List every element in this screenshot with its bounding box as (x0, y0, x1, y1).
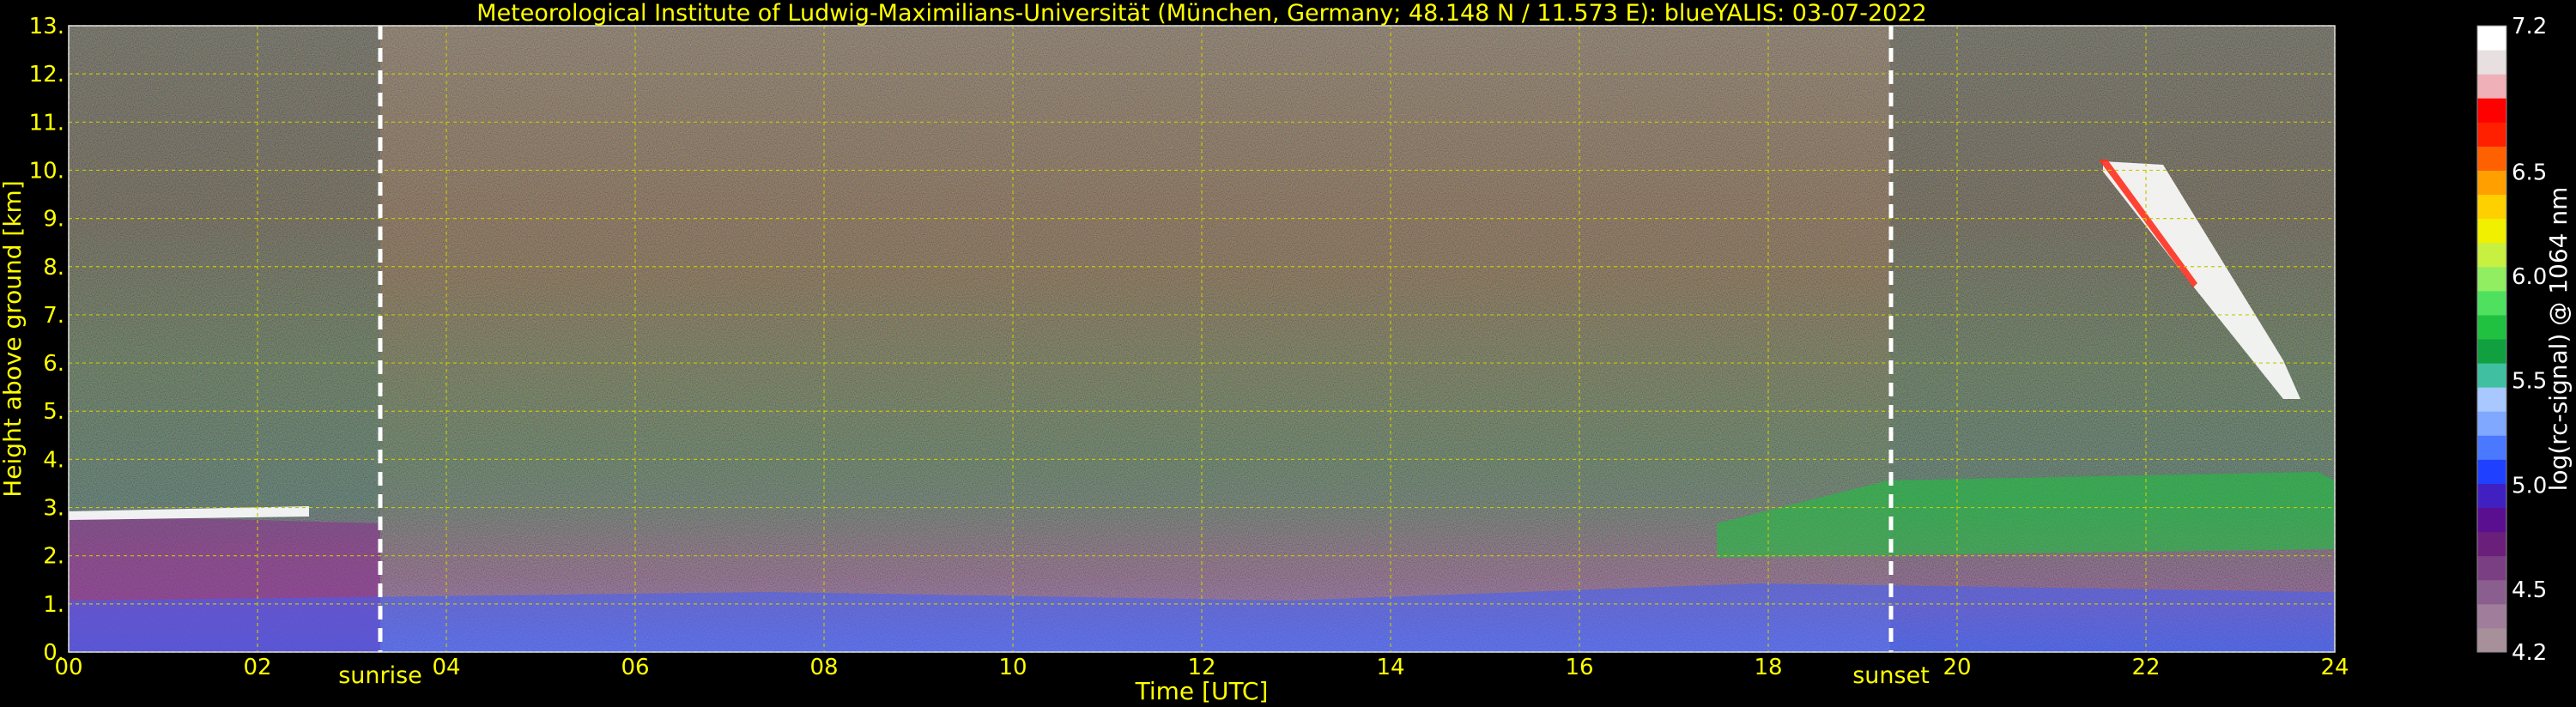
colorbar-segment (2477, 579, 2506, 605)
colorbar-segment (2477, 170, 2506, 196)
colorbar-segment (2477, 531, 2506, 557)
x-tick-label: 10 (998, 655, 1027, 680)
x-tick-label: 08 (809, 655, 838, 680)
x-tick-label: 04 (432, 655, 460, 680)
colorbar-segment (2477, 50, 2506, 75)
colorbar-segment (2477, 411, 2506, 436)
y-tick-label: 3. (43, 496, 64, 522)
y-tick-label: 1. (43, 592, 64, 618)
colorbar-segment (2477, 26, 2506, 51)
colorbar-label: log(rc-signal) @ 1064 nm (2544, 187, 2573, 492)
x-tick-label: 18 (1754, 655, 1782, 680)
colorbar-segment (2477, 266, 2506, 292)
marker-label: sunset (1852, 662, 1930, 689)
colorbar-segment (2477, 483, 2506, 509)
colorbar-tick-label: 6.5 (2512, 160, 2547, 185)
y-tick-label: 9. (43, 207, 64, 233)
chart-title: Meteorological Institute of Ludwig-Maxim… (476, 0, 1926, 27)
lidar-chart: sunrise sunset 00 02 04 06 08 10 12 14 16 18 20 22 24… (0, 0, 2573, 705)
x-tick-label: 16 (1565, 655, 1593, 680)
x-tick-label: 20 (1943, 655, 1971, 680)
colorbar-segment (2477, 627, 2506, 653)
y-tick-label: 0. (43, 640, 64, 666)
y-tick-label: 2. (43, 544, 64, 570)
colorbar-tick-label: 5.0 (2512, 473, 2547, 499)
y-tick-label: 4. (43, 447, 64, 473)
x-tick-label: 06 (621, 655, 649, 680)
y-tick-label: 8. (43, 255, 64, 281)
y-tick-label: 7. (43, 303, 64, 329)
colorbar-tick-label: 7.2 (2512, 14, 2547, 39)
colorbar-segment (2477, 314, 2506, 340)
y-tick-label: 12. (29, 62, 64, 88)
y-tick-label: 13. (29, 14, 64, 39)
plot-area (69, 26, 2335, 652)
x-tick-label: 02 (243, 655, 271, 680)
y-axis-label: Height above ground [km] (0, 180, 27, 498)
colorbar-segment (2477, 290, 2506, 316)
y-tick-label: 11. (29, 110, 64, 136)
colorbar-tick-label: 5.5 (2512, 369, 2547, 395)
colorbar-segment (2477, 555, 2506, 581)
colorbar-segment (2477, 363, 2506, 388)
colorbar-segment (2477, 242, 2506, 268)
colorbar-segment (2477, 218, 2506, 244)
marker-label: sunrise (338, 662, 422, 689)
colorbar-segment (2477, 98, 2506, 123)
colorbar-tick-label: 4.2 (2512, 640, 2547, 666)
x-tick-label: 22 (2131, 655, 2160, 680)
colorbar-segment (2477, 459, 2506, 484)
y-tick-label: 5. (43, 399, 64, 425)
colorbar-segment (2477, 339, 2506, 364)
colorbar-segment (2477, 507, 2506, 533)
colorbar-tick-label: 4.5 (2512, 577, 2547, 603)
colorbar-segment (2477, 146, 2506, 171)
colorbar-segment (2477, 387, 2506, 412)
y-tick-label: 10. (29, 158, 64, 184)
colorbar: 4.2 4.5 5.0 5.5 6.0 6.5 7.2 (2476, 14, 2547, 666)
colorbar-segment (2477, 74, 2506, 99)
colorbar-segment (2477, 603, 2506, 629)
colorbar-segment (2477, 122, 2506, 147)
y-tick-label: 6. (43, 351, 64, 377)
x-tick-label: 24 (2320, 655, 2349, 680)
colorbar-segment (2477, 435, 2506, 460)
x-tick-label: 14 (1376, 655, 1404, 680)
colorbar-segment (2477, 194, 2506, 220)
signal-noise (69, 26, 2335, 652)
colorbar-tick-label: 6.0 (2512, 264, 2547, 290)
x-axis-label: Time [UTC] (1135, 677, 1269, 705)
